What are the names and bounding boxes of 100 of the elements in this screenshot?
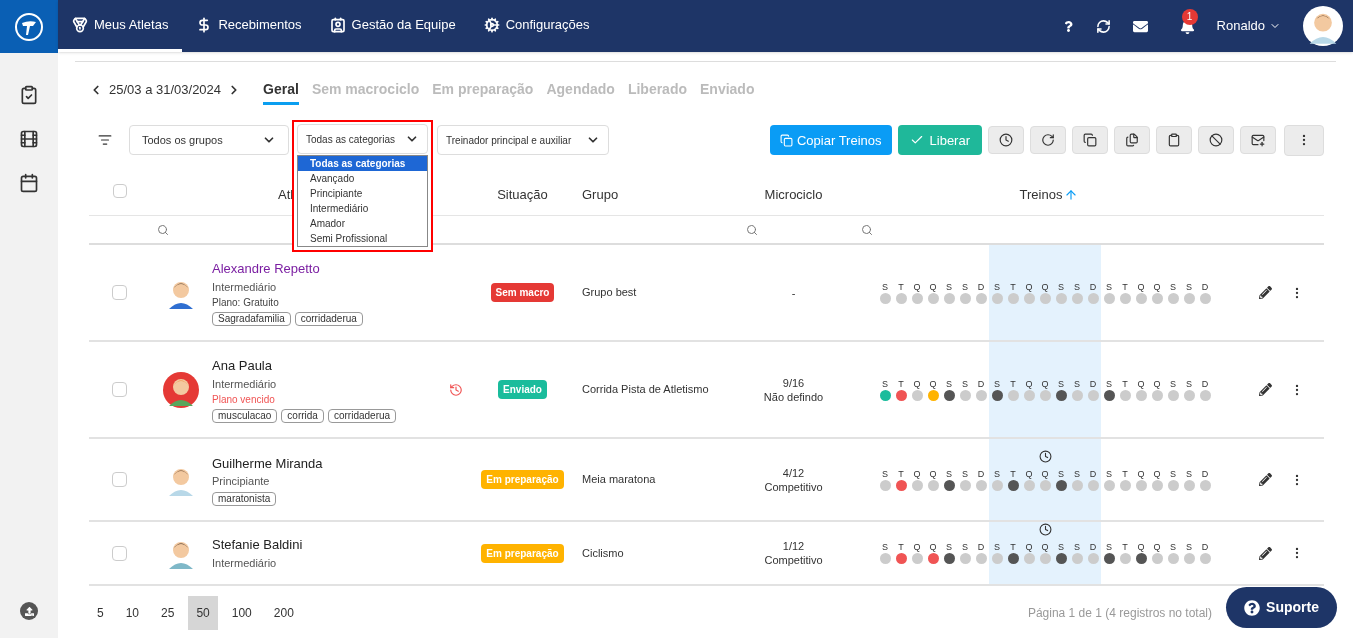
day-letter: Q [913, 378, 921, 390]
dropdown-option[interactable]: Avançado [298, 171, 427, 187]
dropdown-option[interactable]: Semi Profissional [298, 231, 427, 247]
group-name: Ciclismo [582, 545, 624, 561]
day-letter: Q [913, 468, 921, 480]
mail-icon[interactable] [1132, 18, 1148, 34]
day-letter: Q [1153, 378, 1161, 390]
day-letter: D [1089, 468, 1097, 480]
dropdown-option[interactable]: Intermediário [298, 201, 427, 217]
column-header[interactable]: Grupo [582, 187, 619, 203]
day-letter: D [1089, 378, 1097, 390]
day-letter: Q [913, 281, 921, 293]
column-header[interactable]: Treinos [1019, 185, 1063, 205]
edit-icon[interactable] [1259, 546, 1272, 560]
nav-tab[interactable]: Gestão da Equipe [315, 0, 470, 53]
day-letter: Q [1137, 542, 1145, 553]
day-letter: T [1122, 378, 1128, 390]
tool-button[interactable] [1198, 126, 1234, 155]
athlete-name[interactable]: Stefanie Baldini [212, 535, 442, 555]
tool-button[interactable] [1030, 126, 1066, 155]
clipboard-icon [1167, 133, 1181, 148]
notification-badge: 1 [1181, 8, 1198, 25]
categories-select[interactable]: Todas as categorias [297, 124, 428, 155]
status-badge: Em preparação [481, 543, 564, 563]
groups-select[interactable]: Todos os grupos [129, 125, 289, 156]
microcycle-text: 1/12 [782, 539, 805, 553]
nav-tab[interactable]: Meus Atletas [58, 0, 183, 53]
athlete-category: Intermediário [212, 279, 278, 295]
day-letter: D [977, 542, 985, 553]
more-button[interactable] [1284, 124, 1324, 156]
day-letter: S [946, 542, 952, 553]
sync-icon[interactable] [1095, 18, 1111, 34]
day-letter: S [1074, 468, 1080, 480]
tag: musculacao [212, 409, 278, 423]
day-letter: T [898, 378, 904, 390]
user-menu[interactable]: Ronaldo [1216, 16, 1281, 36]
page-size-option[interactable]: 5 [89, 596, 112, 630]
column-header[interactable]: Atl [278, 187, 294, 203]
edit-icon[interactable] [1259, 473, 1272, 486]
tool-button[interactable] [1072, 126, 1108, 155]
filter-icon[interactable] [98, 133, 112, 148]
select-all-checkbox[interactable] [112, 184, 127, 198]
row-checkbox[interactable] [112, 472, 127, 487]
day-letter: S [1186, 542, 1192, 553]
ban-icon [1209, 133, 1223, 148]
filter-tab[interactable]: Geral [263, 79, 299, 106]
day-letter: Q [1041, 281, 1049, 293]
day-letter: S [962, 542, 968, 553]
day-letter: Q [1025, 378, 1033, 390]
row-checkbox[interactable] [112, 545, 127, 561]
dropdown-option[interactable]: Principiante [298, 186, 427, 202]
upload-icon[interactable] [20, 602, 38, 620]
day-letter: S [1058, 378, 1064, 390]
athlete-name[interactable]: Alexandre Repetto [212, 259, 442, 279]
microcycle-text: Competitivo [764, 553, 823, 567]
column-header[interactable]: Microciclo [764, 185, 823, 205]
clipboard-icon[interactable] [19, 85, 39, 105]
page-size-option[interactable]: 200 [265, 596, 302, 630]
page-size-option[interactable]: 50 [188, 596, 218, 630]
search-icon[interactable] [861, 223, 873, 236]
page-size-option[interactable]: 25 [153, 596, 183, 630]
nav-tab[interactable]: Configurações [469, 0, 604, 53]
tool-button[interactable] [1114, 126, 1150, 155]
row-checkbox[interactable] [112, 382, 127, 397]
edit-icon[interactable] [1259, 286, 1272, 299]
day-letter: S [962, 281, 968, 293]
day-letter: S [946, 378, 952, 390]
day-letter: T [1122, 468, 1128, 480]
day-letter: S [1186, 468, 1192, 480]
tool-button[interactable] [988, 126, 1024, 155]
tool-button[interactable] [1240, 126, 1276, 155]
coach-select[interactable]: Treinador principal e auxiliar [437, 125, 609, 156]
day-letter: S [1186, 281, 1192, 293]
medal-icon [72, 16, 88, 33]
edit-icon[interactable] [1259, 383, 1272, 396]
day-letter: S [882, 281, 888, 293]
search-icon[interactable] [157, 223, 169, 236]
calendar-icon[interactable] [19, 173, 39, 193]
page-size-option[interactable]: 100 [223, 596, 260, 630]
support-button[interactable]: Suporte [1226, 587, 1337, 628]
column-header[interactable]: Situação [497, 185, 548, 205]
athlete-name[interactable]: Ana Paula [212, 356, 442, 376]
day-letter: T [898, 281, 904, 293]
row-checkbox[interactable] [112, 285, 127, 300]
day-letter: S [1170, 378, 1176, 390]
dropdown-option[interactable]: Amador [298, 216, 427, 232]
day-letter: T [898, 468, 904, 480]
tag: corridaderua [327, 409, 397, 423]
dropdown-option[interactable]: Todas as categorias [298, 156, 427, 172]
day-letter: Q [1153, 468, 1161, 480]
tool-button[interactable] [1156, 126, 1192, 155]
search-icon[interactable] [746, 223, 758, 236]
athlete-name[interactable]: Guilherme Miranda [212, 453, 442, 473]
day-letter: T [1122, 542, 1128, 553]
day-letter: Q [929, 378, 937, 390]
page-size-option[interactable]: 10 [117, 596, 148, 630]
logo-icon[interactable] [14, 11, 44, 42]
nav-tab[interactable]: Recebimentos [182, 0, 316, 53]
film-strip-icon[interactable] [19, 129, 39, 149]
help-icon[interactable] [1062, 20, 1074, 32]
